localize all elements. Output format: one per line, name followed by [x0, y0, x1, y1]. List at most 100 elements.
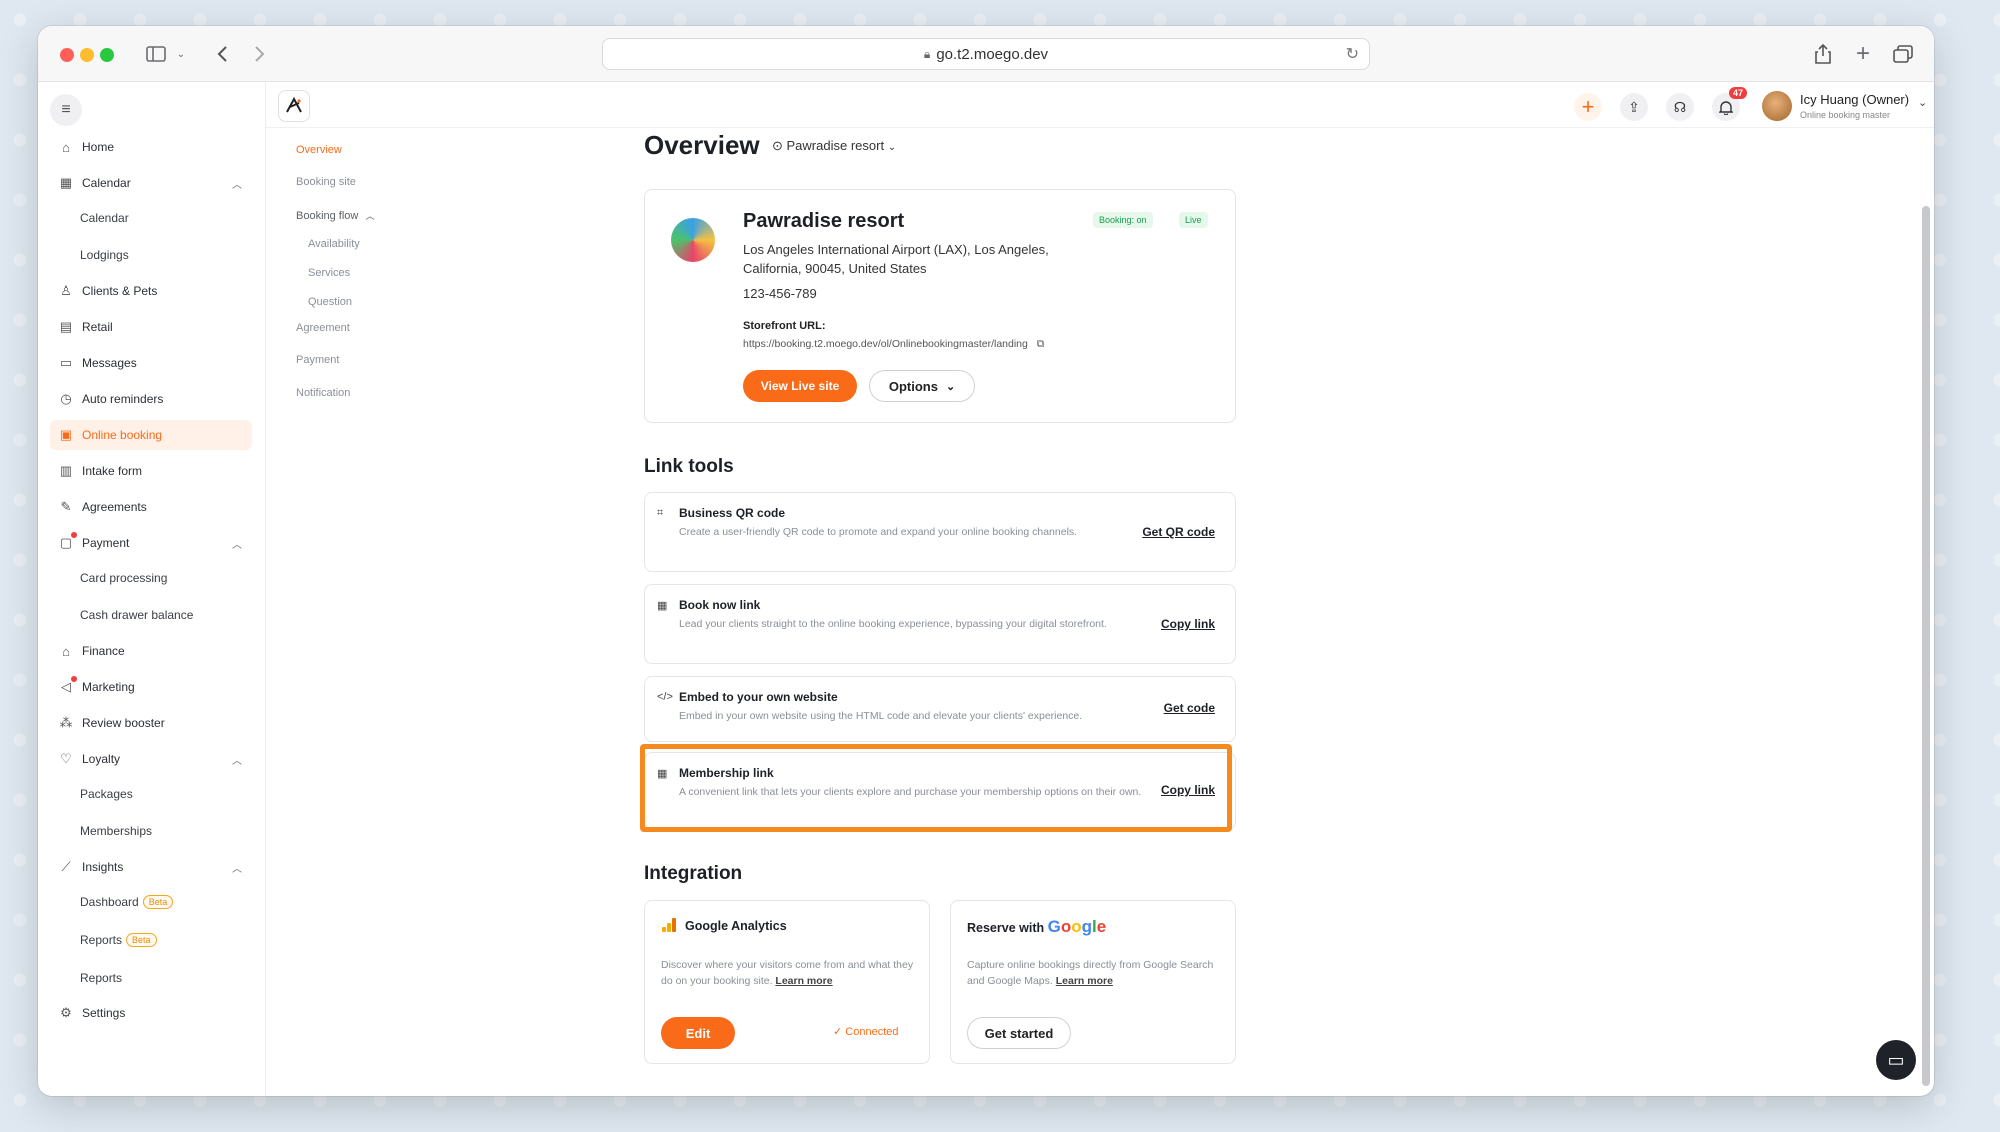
- sidebar-item-label: Clients & Pets: [82, 284, 158, 298]
- sidebar-item-messages[interactable]: ▭ Messages: [50, 348, 252, 378]
- upload-icon[interactable]: ⇪: [1620, 93, 1648, 121]
- sidebar-subitem-reports-beta[interactable]: Reports Beta: [80, 926, 157, 954]
- business-phone: 123-456-789: [743, 286, 817, 301]
- location-pin-icon: ⊙: [772, 138, 787, 153]
- options-label: Options: [888, 378, 938, 394]
- sidebar-item-auto-reminders[interactable]: ◷ Auto reminders: [50, 384, 252, 414]
- options-button[interactable]: Options ⌄: [869, 370, 975, 402]
- sidebar-subitem-label: Dashboard: [80, 895, 139, 909]
- location-selector[interactable]: ⊙ Pawradise resort ⌄: [772, 138, 896, 154]
- tabs-overview-icon[interactable]: [1892, 40, 1914, 68]
- ga-edit-button[interactable]: Edit: [661, 1017, 735, 1049]
- storefront-url-link[interactable]: https://booking.t2.moego.dev/ol/Onlinebo…: [743, 338, 1044, 351]
- subnav-services[interactable]: Services: [308, 267, 350, 279]
- chevron-down-icon[interactable]: ⌄: [174, 40, 188, 68]
- sidebar-item-label: Retail: [82, 320, 113, 334]
- zoom-window-button[interactable]: [100, 48, 114, 62]
- url-text: go.t2.moego.dev: [936, 45, 1049, 63]
- sidebar-subitem-dashboard[interactable]: Dashboard Beta: [80, 888, 174, 916]
- link-tool-qr: ⌗ Business QR code Create a user-friendl…: [644, 492, 1236, 572]
- subnav-booking-site[interactable]: Booking site: [296, 176, 356, 188]
- sidebar-item-insights[interactable]: ⟋ Insights ︿: [50, 852, 252, 882]
- sidebar-item-settings[interactable]: ⚙ Settings: [50, 998, 252, 1028]
- bank-icon: ⌂: [62, 643, 70, 659]
- sidebar-item-payment[interactable]: ▢ Payment ︿: [50, 528, 252, 558]
- reserve-title-prefix: Reserve with: [967, 921, 1045, 935]
- sidebar-subitem-calendar[interactable]: Calendar: [80, 204, 129, 232]
- get-code-link[interactable]: Get code: [1164, 701, 1215, 715]
- sidebar-item-intake-form[interactable]: ▥ Intake form: [50, 456, 252, 486]
- get-qr-code-link[interactable]: Get QR code: [1142, 525, 1215, 539]
- reload-icon[interactable]: ↻: [1346, 44, 1359, 64]
- user-name[interactable]: Icy Huang (Owner): [1800, 92, 1909, 107]
- sidebar-item-marketing[interactable]: ◁ Marketing: [50, 672, 252, 702]
- ga-title: Google Analytics: [685, 919, 787, 933]
- back-arrow-icon[interactable]: [212, 40, 232, 68]
- subnav-payment[interactable]: Payment: [296, 354, 339, 366]
- sidebar-item-home[interactable]: ⌂ Home: [50, 132, 252, 162]
- review-icon: ⁂: [59, 715, 73, 730]
- highlight-box: [640, 744, 1232, 832]
- sidebar-item-label: Online booking: [82, 428, 163, 442]
- view-live-site-button[interactable]: View Live site: [743, 370, 857, 402]
- sidebar-item-agreements[interactable]: ✎ Agreements: [50, 492, 252, 522]
- bell-icon[interactable]: 47: [1712, 87, 1747, 121]
- subnav-notification[interactable]: Notification: [296, 387, 350, 399]
- beta-badge: Beta: [142, 895, 174, 909]
- lock-icon: 🔒︎: [923, 46, 931, 61]
- calendar-icon: ▦: [657, 600, 668, 612]
- ga-learn-more-link[interactable]: Learn more: [775, 975, 832, 987]
- copy-book-now-link[interactable]: Copy link: [1161, 617, 1215, 631]
- form-icon: ▥: [59, 463, 73, 478]
- sidebar-item-label: Review booster: [82, 716, 165, 730]
- close-window-button[interactable]: [60, 48, 74, 62]
- business-address: Los Angeles International Airport (LAX),…: [743, 242, 1049, 276]
- sidebar-subitem-card-processing[interactable]: Card processing: [80, 564, 167, 592]
- sidebar-subitem-reports[interactable]: Reports: [80, 964, 122, 992]
- chevron-down-icon[interactable]: ⌄: [1918, 96, 1927, 109]
- menu-toggle-button[interactable]: ≡: [50, 94, 82, 126]
- sidebar-subitem-cash-drawer[interactable]: Cash drawer balance: [80, 601, 193, 629]
- moego-logo[interactable]: [278, 90, 310, 122]
- sidebar-subitem-lodgings[interactable]: Lodgings: [80, 241, 129, 269]
- headset-icon[interactable]: ☊: [1666, 93, 1694, 121]
- scrollbar[interactable]: [1922, 206, 1930, 1086]
- subnav-overview[interactable]: Overview: [296, 144, 342, 156]
- sidebar-item-loyalty[interactable]: ♡ Loyalty ︿: [50, 744, 252, 774]
- subnav-booking-flow[interactable]: Booking flow ︿: [296, 209, 374, 222]
- chevron-down-icon: ⌄: [887, 142, 897, 153]
- avatar[interactable]: [1762, 91, 1792, 121]
- subnav-agreement[interactable]: Agreement: [296, 322, 350, 334]
- link-tool-title: Business QR code: [679, 506, 786, 520]
- analytics-icon: [661, 917, 677, 938]
- new-tab-icon[interactable]: +: [1852, 40, 1874, 68]
- sidebar-subitem-memberships[interactable]: Memberships: [80, 817, 152, 845]
- sidebar-item-label: Calendar: [82, 176, 131, 190]
- address-bar[interactable]: 🔒︎ go.t2.moego.dev ↻: [602, 38, 1370, 70]
- sidebar-item-label: Payment: [82, 536, 130, 550]
- share-icon[interactable]: [1812, 40, 1834, 68]
- subnav-availability[interactable]: Availability: [308, 238, 360, 250]
- sidebar-toggle-icon[interactable]: [144, 40, 168, 68]
- business-card: Pawradise resort Booking: on Live Los An…: [644, 189, 1236, 423]
- reserve-learn-more-link[interactable]: Learn more: [1056, 975, 1113, 987]
- get-started-button[interactable]: Get started: [967, 1017, 1071, 1049]
- subnav-question[interactable]: Question: [308, 296, 352, 308]
- add-button[interactable]: +: [1574, 93, 1602, 121]
- sidebar-item-calendar[interactable]: ▦ Calendar ︿: [50, 168, 252, 198]
- minimize-window-button[interactable]: [80, 48, 94, 62]
- sidebar-item-finance[interactable]: ⌂ Finance: [50, 636, 252, 666]
- link-tool-title: Embed to your own website: [679, 690, 838, 704]
- sidebar-item-online-booking[interactable]: ▣ Online booking: [50, 420, 252, 450]
- storefront-url: https://booking.t2.moego.dev/ol/Onlinebo…: [743, 338, 1028, 350]
- chat-icon[interactable]: ▭: [1876, 1040, 1916, 1080]
- sidebar-item-retail[interactable]: ▤ Retail: [50, 312, 252, 342]
- forward-arrow-icon[interactable]: [250, 40, 270, 68]
- sidebar-subitem-packages[interactable]: Packages: [80, 780, 133, 808]
- link-tool-desc: Create a user-friendly QR code to promot…: [679, 526, 1078, 538]
- calendar-icon: ▦: [59, 175, 73, 190]
- external-link-icon[interactable]: ⧉: [1037, 338, 1045, 350]
- sidebar-item-clients-pets[interactable]: ♙ Clients & Pets: [50, 276, 252, 306]
- sidebar-item-label: Insights: [82, 860, 124, 874]
- sidebar-item-review-booster[interactable]: ⁂ Review booster: [50, 708, 252, 738]
